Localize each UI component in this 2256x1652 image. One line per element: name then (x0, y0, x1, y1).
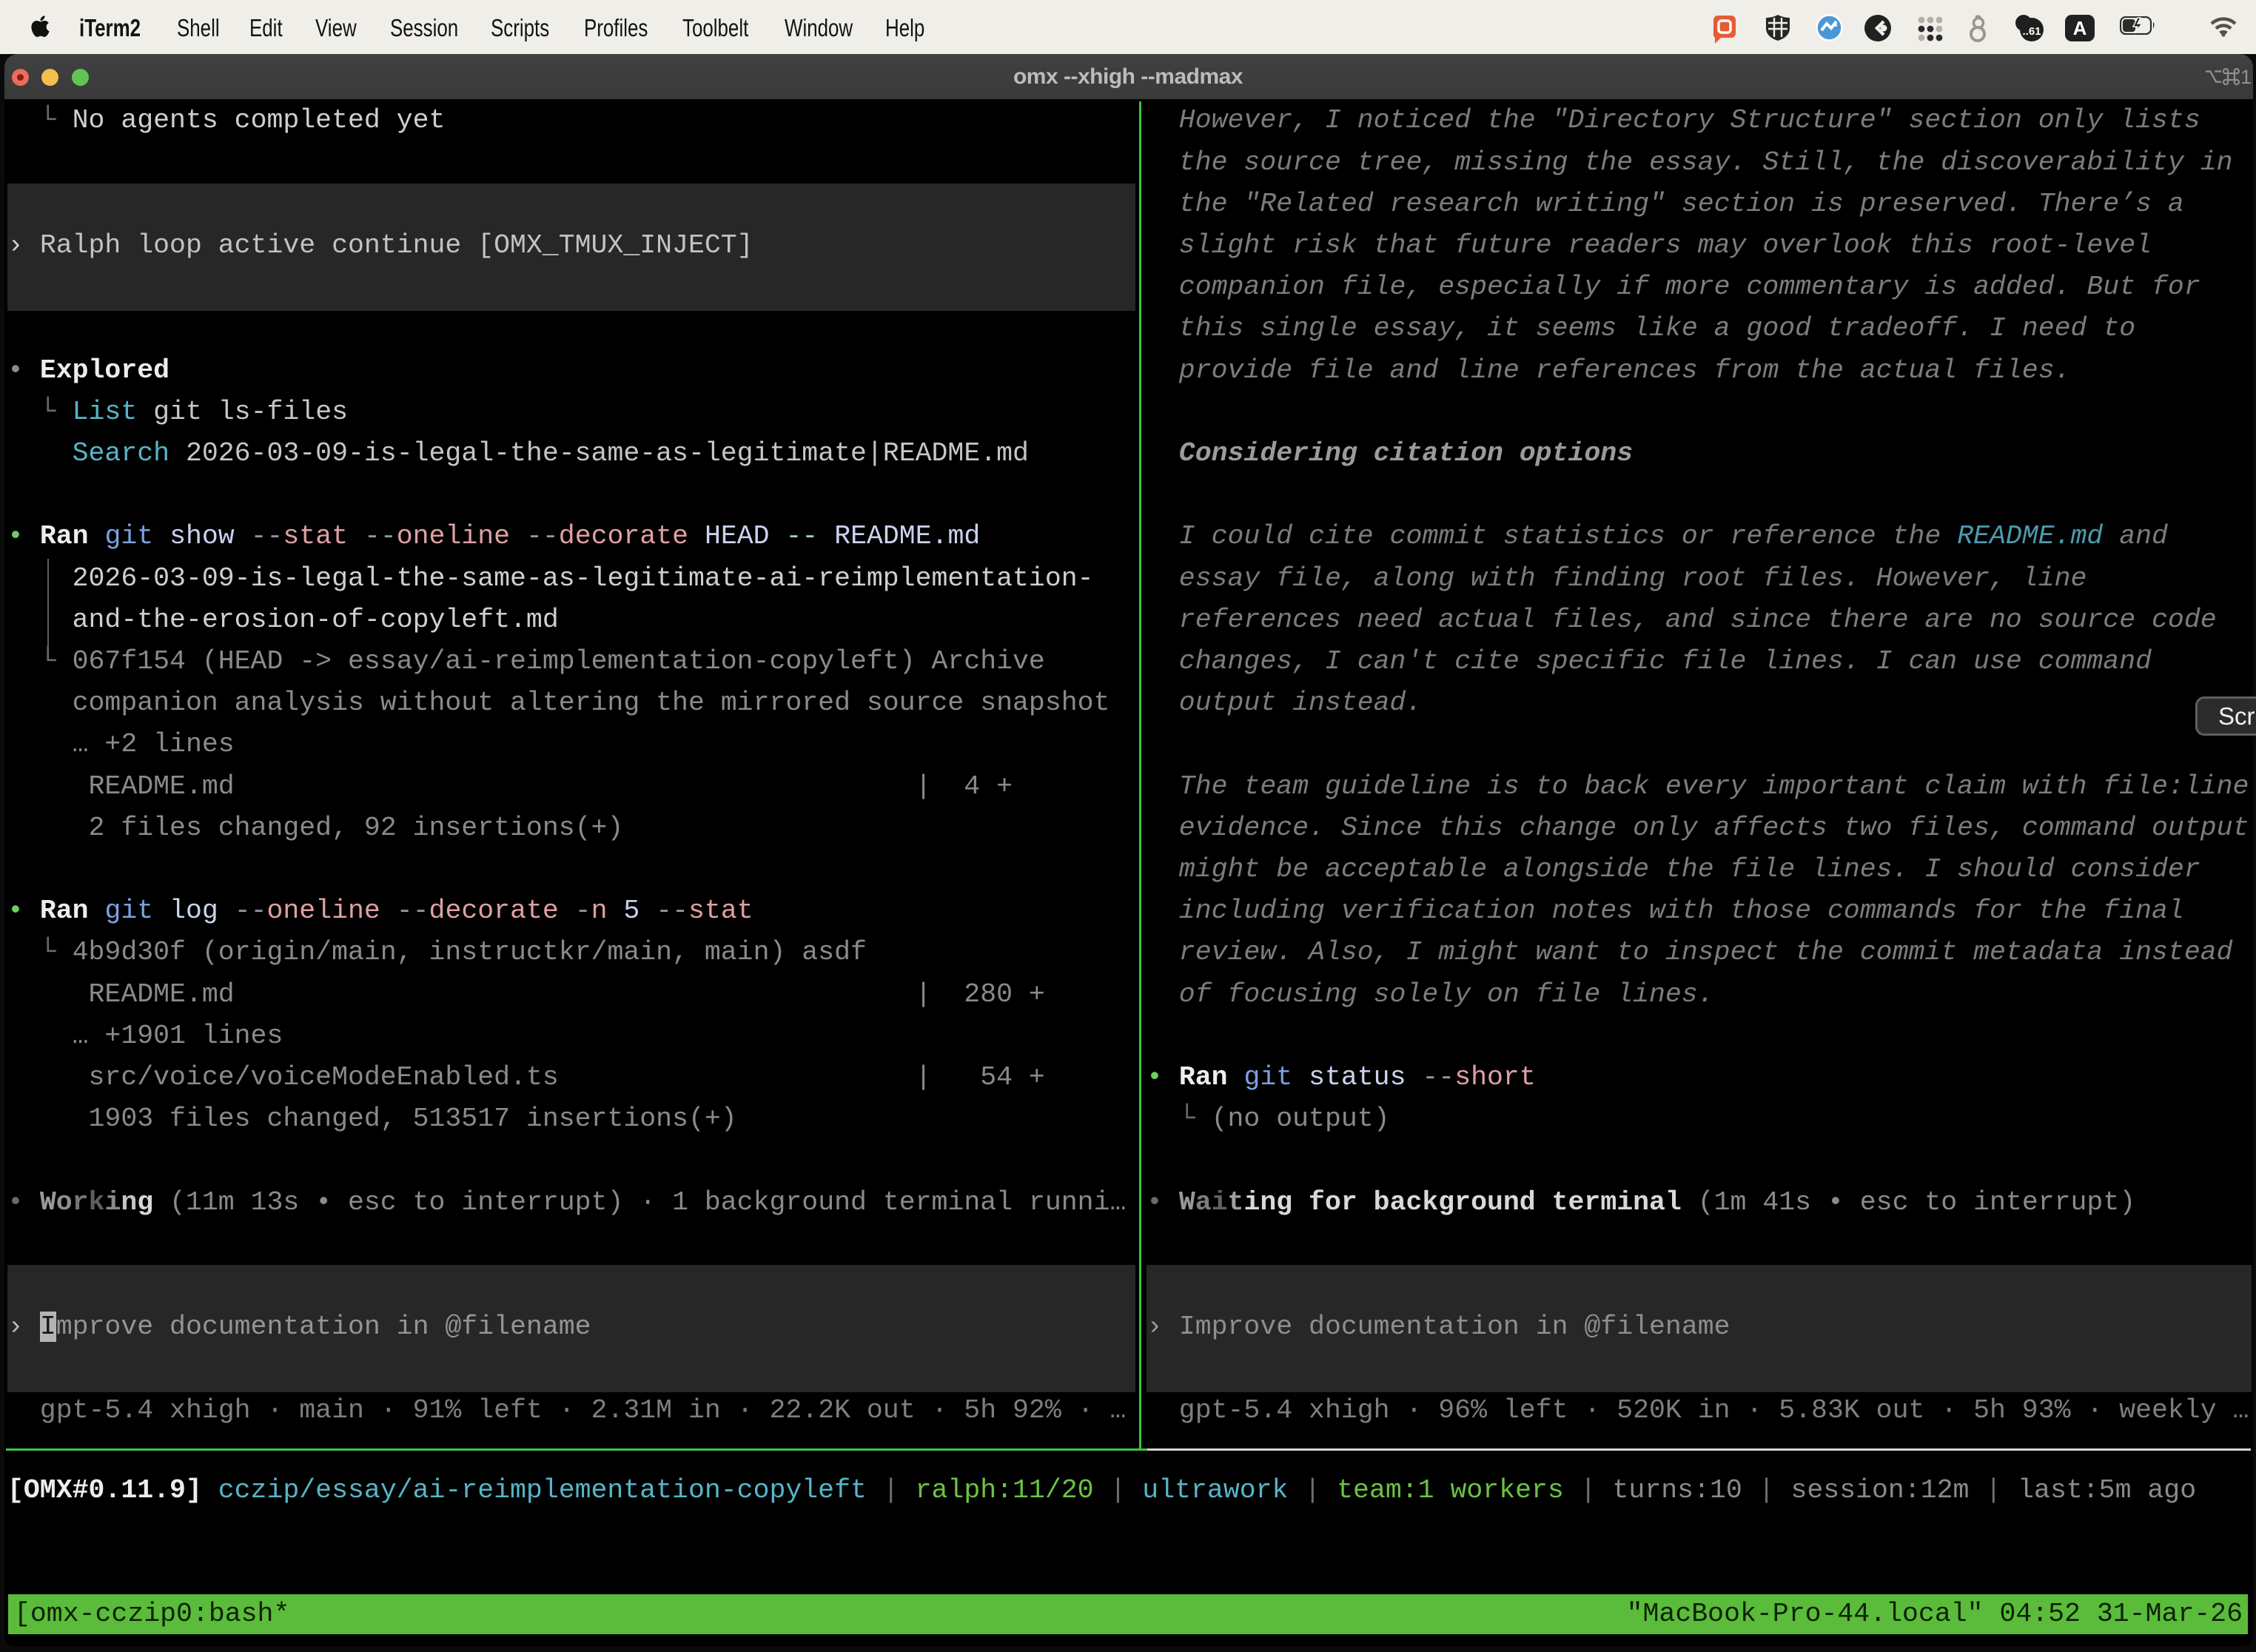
svg-text:..61: ..61 (2022, 25, 2041, 38)
svg-text:A: A (2073, 17, 2087, 39)
